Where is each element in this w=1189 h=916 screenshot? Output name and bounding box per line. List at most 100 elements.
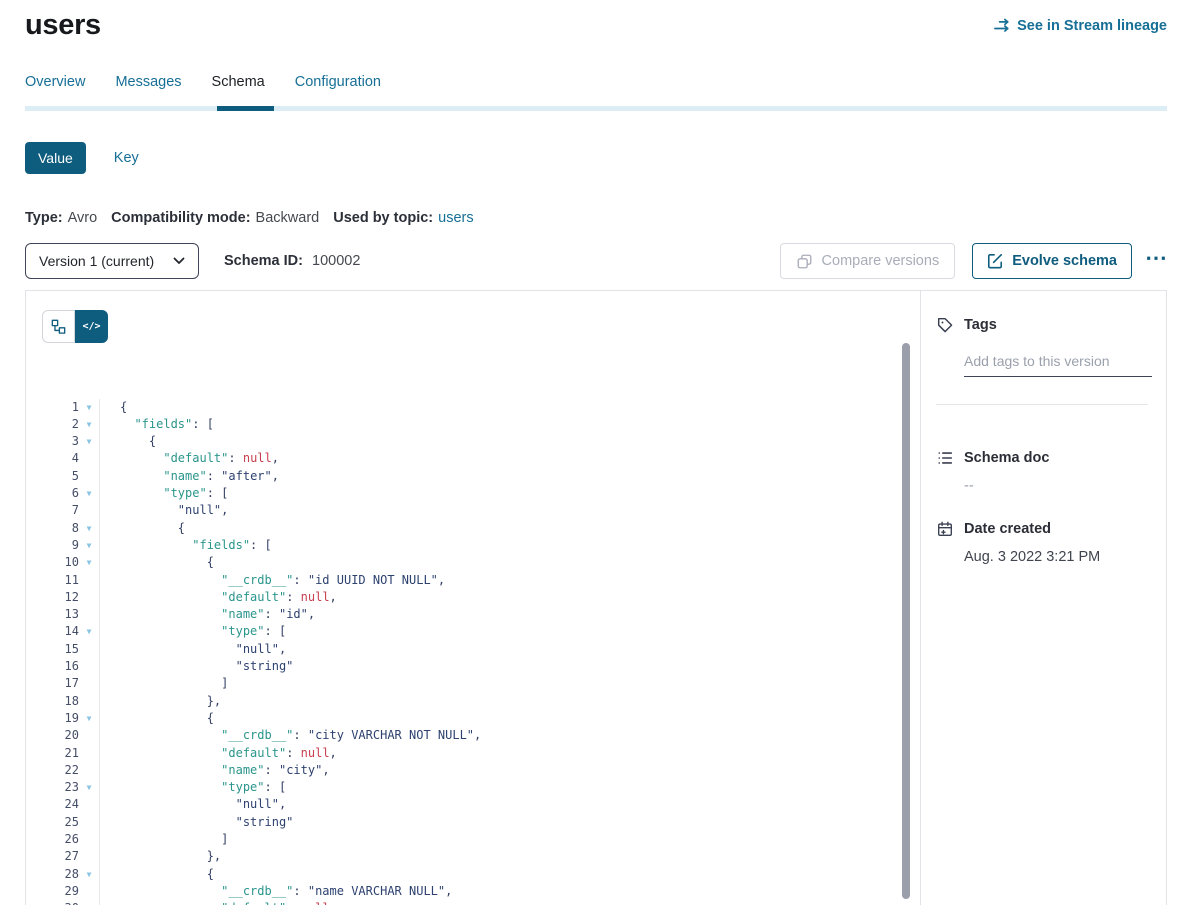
code-line: 24 "null",	[42, 796, 920, 813]
fold-gutter	[79, 589, 100, 606]
fold-toggle-icon[interactable]: ▼	[79, 866, 100, 883]
line-number: 27	[42, 848, 79, 865]
tags-input[interactable]	[964, 349, 1152, 377]
code-line: 21 "default": null,	[42, 745, 920, 762]
tab-messages[interactable]: Messages	[115, 74, 181, 106]
code-text: "name": "id",	[100, 606, 315, 623]
code-text: "null",	[100, 502, 228, 519]
line-number: 28	[42, 866, 79, 883]
editor-scrollbar[interactable]	[902, 343, 910, 899]
code-line: 13 "name": "id",	[42, 606, 920, 623]
code-line: 26 ]	[42, 831, 920, 848]
tab-configuration[interactable]: Configuration	[295, 74, 381, 106]
fold-gutter	[79, 900, 100, 905]
key-toggle-button[interactable]: Key	[114, 150, 139, 166]
code-line: 3▼ {	[42, 433, 920, 450]
code-text: ]	[100, 675, 228, 692]
line-number: 10	[42, 554, 79, 571]
code-text: },	[100, 693, 221, 710]
active-tab-indicator	[217, 106, 274, 111]
fold-toggle-icon[interactable]: ▼	[79, 779, 100, 796]
code-editor[interactable]: 1▼{2▼ "fields": [3▼ {4 "default": null,5…	[42, 364, 920, 905]
fold-toggle-icon[interactable]: ▼	[79, 433, 100, 450]
date-created-value: Aug. 3 2022 3:21 PM	[964, 549, 1148, 565]
compare-versions-button[interactable]: Compare versions	[780, 243, 956, 279]
tag-icon	[936, 316, 954, 334]
code-text: "string"	[100, 814, 293, 831]
code-line: 6▼ "type": [	[42, 485, 920, 502]
tags-header: Tags	[936, 316, 1148, 334]
tab-track	[25, 106, 1167, 111]
code-line: 9▼ "fields": [	[42, 537, 920, 554]
fold-gutter	[79, 675, 100, 692]
date-created-title: Date created	[964, 521, 1051, 537]
fold-toggle-icon[interactable]: ▼	[79, 485, 100, 502]
code-lines: 1▼{2▼ "fields": [3▼ {4 "default": null,5…	[42, 399, 920, 905]
fold-gutter	[79, 606, 100, 623]
fold-gutter	[79, 796, 100, 813]
code-text: "fields": [	[100, 537, 272, 554]
line-number: 13	[42, 606, 79, 623]
fold-gutter	[79, 727, 100, 744]
tab-schema[interactable]: Schema	[212, 74, 265, 106]
fold-toggle-icon[interactable]: ▼	[79, 520, 100, 537]
line-number: 15	[42, 641, 79, 658]
fold-gutter	[79, 883, 100, 900]
code-line: 2▼ "fields": [	[42, 416, 920, 433]
code-text: "default": null,	[100, 589, 337, 606]
fold-gutter	[79, 658, 100, 675]
code-view-icon: </>	[82, 321, 100, 332]
more-options-button[interactable]: ⋯	[1145, 247, 1167, 275]
line-number: 29	[42, 883, 79, 900]
fold-gutter	[79, 693, 100, 710]
used-by-topic-label: Used by topic:	[333, 210, 433, 226]
code-line: 1▼{	[42, 399, 920, 416]
fold-toggle-icon[interactable]: ▼	[79, 710, 100, 727]
fold-toggle-icon[interactable]: ▼	[79, 537, 100, 554]
tree-view-icon	[51, 319, 66, 334]
code-text: "null",	[100, 641, 286, 658]
code-text: {	[100, 866, 214, 883]
code-line: 11 "__crdb__": "id UUID NOT NULL",	[42, 572, 920, 589]
schema-id-value: 100002	[312, 253, 360, 269]
code-line: 4 "default": null,	[42, 450, 920, 467]
line-number: 25	[42, 814, 79, 831]
code-text: "default": null,	[100, 900, 337, 905]
version-select[interactable]: Version 1 (current)	[25, 243, 199, 279]
value-toggle-button[interactable]: Value	[25, 142, 86, 174]
stream-lineage-link[interactable]: See in Stream lineage	[993, 17, 1167, 34]
fold-toggle-icon[interactable]: ▼	[79, 416, 100, 433]
code-text: {	[100, 433, 156, 450]
fold-toggle-icon[interactable]: ▼	[79, 399, 100, 416]
code-line: 12 "default": null,	[42, 589, 920, 606]
fold-toggle-icon[interactable]: ▼	[79, 554, 100, 571]
schema-page: users See in Stream lineage Overview Mes…	[0, 0, 1189, 905]
compat-mode-value: Backward	[256, 210, 320, 226]
code-line: 7 "null",	[42, 502, 920, 519]
code-line: 14▼ "type": [	[42, 623, 920, 640]
tree-view-button[interactable]	[42, 310, 75, 343]
line-number: 26	[42, 831, 79, 848]
page-title: users	[25, 9, 101, 42]
fold-toggle-icon[interactable]: ▼	[79, 623, 100, 640]
code-line: 23▼ "type": [	[42, 779, 920, 796]
fold-gutter	[79, 745, 100, 762]
evolve-schema-button[interactable]: Evolve schema	[972, 243, 1132, 279]
line-number: 2	[42, 416, 79, 433]
code-line: 27 },	[42, 848, 920, 865]
tab-overview[interactable]: Overview	[25, 74, 85, 106]
code-line: 18 },	[42, 693, 920, 710]
code-text: },	[100, 848, 221, 865]
calendar-icon	[936, 520, 954, 538]
fold-gutter	[79, 502, 100, 519]
used-by-topic-link[interactable]: users	[438, 210, 473, 226]
code-line: 22 "name": "city",	[42, 762, 920, 779]
line-number: 30	[42, 900, 79, 905]
fold-gutter	[79, 572, 100, 589]
code-view-button[interactable]: </>	[75, 310, 108, 343]
type-value: Avro	[68, 210, 98, 226]
code-text: "__crdb__": "id UUID NOT NULL",	[100, 572, 445, 589]
version-select-value: Version 1 (current)	[39, 253, 154, 269]
code-text: "default": null,	[100, 745, 337, 762]
code-text: "name": "city",	[100, 762, 330, 779]
